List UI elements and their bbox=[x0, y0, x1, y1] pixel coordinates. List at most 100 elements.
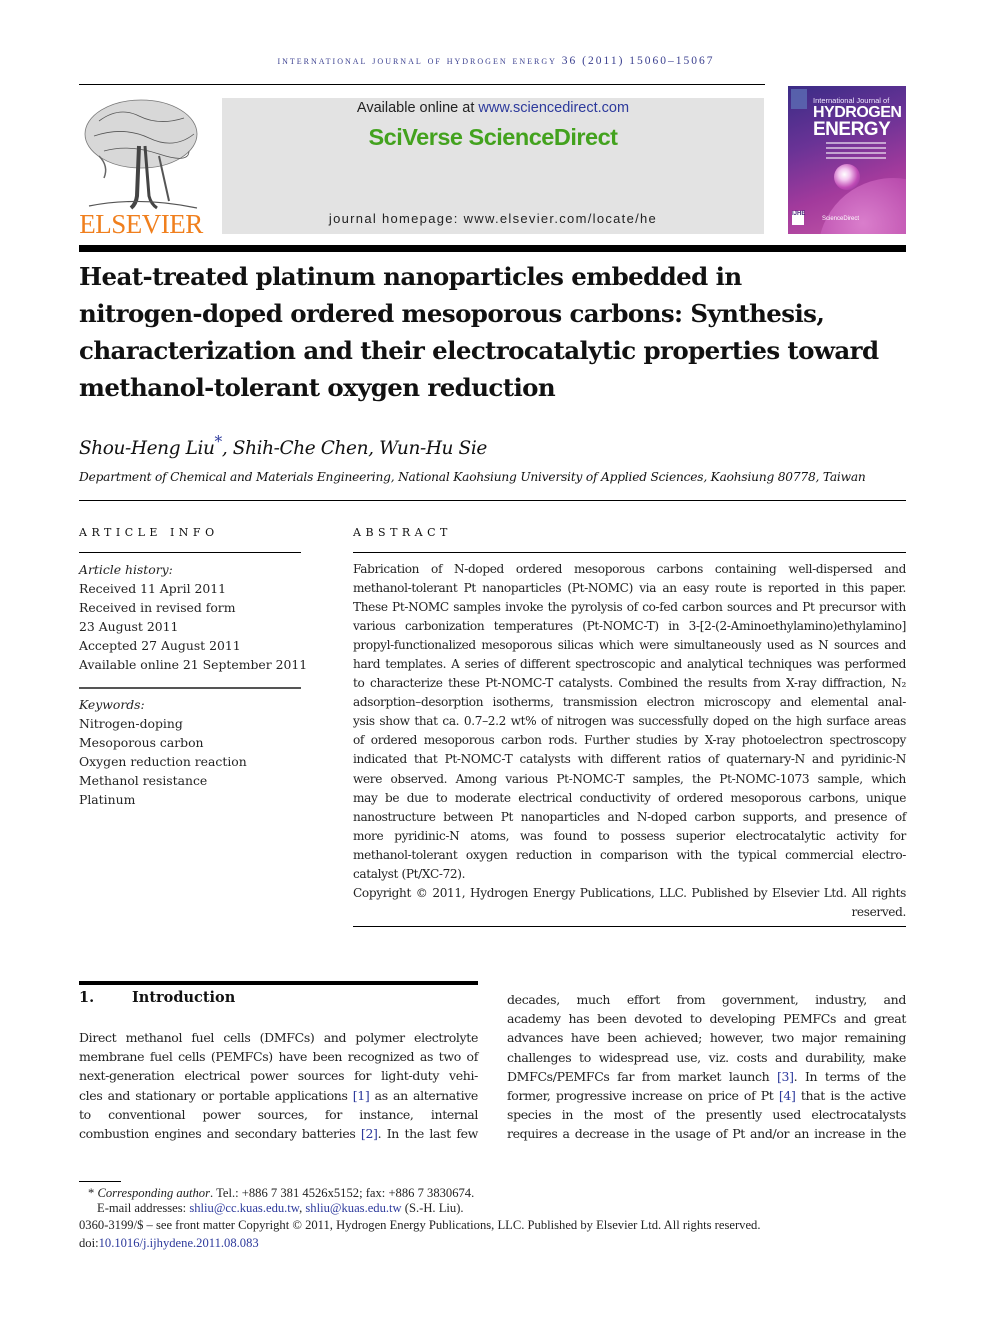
section-title: Introduction bbox=[132, 989, 236, 1006]
article-info-rule bbox=[79, 552, 301, 553]
section-rule bbox=[79, 981, 478, 985]
cover-orb-graphic bbox=[834, 164, 860, 190]
body-line: challenges to widespread use, viz. costs… bbox=[507, 1049, 906, 1065]
body-line: decades, much effort from government, in… bbox=[507, 992, 906, 1007]
abstract-line: ysis show that ca. 0.7–2.2 wt% of nitrog… bbox=[353, 714, 906, 729]
abstract-line: were observed. Among various Pt-NOMC-T s… bbox=[353, 771, 906, 786]
article-history: Article history: Received 11 April 2011 … bbox=[79, 560, 319, 674]
body-text: . In terms of the bbox=[793, 1068, 907, 1084]
doi-link[interactable]: 10.1016/j.ijhydene.2011.08.083 bbox=[99, 1236, 259, 1250]
contact-numbers: . Tel.: +886 7 381 4526x5152; fax: +886 … bbox=[210, 1186, 475, 1200]
history-item: Received 11 April 2011 bbox=[79, 581, 227, 596]
corresponding-author-footnote: * Corresponding author. Tel.: +886 7 381… bbox=[88, 1186, 474, 1201]
email-link[interactable]: shliu@cc.kuas.edu.tw bbox=[189, 1201, 299, 1215]
header-rule bbox=[79, 84, 765, 85]
cover-arc-graphic bbox=[818, 178, 906, 234]
article-title: Heat-treated platinum nanoparticles embe… bbox=[79, 258, 919, 406]
doi-prefix: doi: bbox=[79, 1236, 99, 1250]
citation-link[interactable]: [4] bbox=[779, 1088, 796, 1103]
body-line: to conventional power sources, for insta… bbox=[79, 1106, 478, 1122]
elsevier-wordmark: ELSEVIER bbox=[79, 209, 203, 239]
abstract-line: to characterize these Pt-NOMC-T catalyst… bbox=[353, 676, 906, 691]
body-line: requires a decrease in the usage of Pt a… bbox=[507, 1126, 906, 1142]
email-owner: (S.-H. Liu). bbox=[401, 1201, 464, 1215]
author-others: , Shih-Che Chen, Wun-Hu Sie bbox=[221, 438, 487, 460]
corresponding-author-marker[interactable]: * bbox=[215, 433, 223, 451]
title-line: Heat-treated platinum nanoparticles embe… bbox=[79, 262, 742, 291]
body-line: species in the most of the presently use… bbox=[507, 1107, 906, 1123]
section-number: 1. bbox=[79, 989, 95, 1006]
email-link[interactable]: shliu@kuas.edu.tw bbox=[305, 1201, 401, 1215]
body-line: membrane fuel cells (PEMFCs) have been r… bbox=[79, 1049, 478, 1065]
body-line: academy has been devoted to developing P… bbox=[507, 1011, 906, 1027]
keyword-item: Nitrogen-doping bbox=[79, 716, 183, 731]
available-online-prefix: Available online at bbox=[356, 100, 479, 116]
intro-right-column: decades, much effort from government, in… bbox=[507, 990, 906, 1144]
body-line: combustion engines and secondary batteri… bbox=[79, 1124, 478, 1143]
body-line: cles and stationary or portable applicat… bbox=[79, 1086, 478, 1105]
keywords-label: Keywords: bbox=[79, 697, 145, 712]
citation-link[interactable]: [3] bbox=[777, 1069, 794, 1084]
sciverse-sciencedirect-logo: SciVerse ScienceDirect bbox=[368, 124, 618, 150]
keyword-item: Methanol resistance bbox=[79, 773, 208, 788]
abstract-copyright: Copyright © 2011, Hydrogen Energy Public… bbox=[353, 885, 906, 900]
abstract-body: Fabrication of N-doped ordered mesoporou… bbox=[353, 560, 906, 922]
body-text: DMFCs/PEMFCs far from market launch bbox=[507, 1068, 777, 1084]
journal-cover-image: International Journal of HYDROGEN ENERGY… bbox=[788, 86, 906, 234]
keyword-item: Oxygen reduction reaction bbox=[79, 754, 247, 769]
email-label: E-mail addresses: bbox=[97, 1201, 190, 1215]
abstract-line: various carbonization temperatures (Pt-N… bbox=[353, 619, 906, 634]
abstract-line: adsorption–desorption isotherms, transmi… bbox=[353, 695, 906, 710]
cover-badge: IJHE bbox=[792, 211, 805, 225]
sciencedirect-link[interactable]: www.sciencedirect.com bbox=[478, 100, 629, 116]
body-text: cles and stationary or portable applicat… bbox=[79, 1087, 353, 1103]
author-corresponding[interactable]: Shou-Heng Liu bbox=[79, 438, 215, 459]
issn-copyright-line: 0360-3199/$ – see front matter Copyright… bbox=[79, 1218, 761, 1232]
abstract-line: nanostructure between Pt nanoparticles a… bbox=[353, 809, 906, 824]
body-line: Direct methanol fuel cells (DMFCs) and p… bbox=[79, 1030, 478, 1045]
abstract-rule-top bbox=[353, 552, 906, 553]
author-list: Shou-Heng Liu*, Shih-Che Chen, Wun-Hu Si… bbox=[79, 433, 487, 459]
history-item: Accepted 27 August 2011 bbox=[79, 638, 241, 653]
history-item: Available online 21 September 2011 bbox=[79, 657, 308, 672]
abstract-copyright-cont: reserved. bbox=[851, 904, 906, 919]
keywords: Keywords: Nitrogen-doping Mesoporous car… bbox=[79, 695, 319, 809]
article-history-label: Article history: bbox=[79, 562, 173, 577]
body-text: combustion engines and secondary batteri… bbox=[79, 1126, 361, 1142]
abstract-line: Fabrication of N-doped ordered mesoporou… bbox=[353, 562, 906, 576]
body-line: advances have been achieved; however, tw… bbox=[507, 1030, 906, 1046]
footnote-marker: * bbox=[88, 1186, 95, 1200]
title-line: methanol-tolerant oxygen reduction bbox=[79, 373, 556, 402]
body-line: next-generation electrical power sources… bbox=[79, 1068, 478, 1084]
abstract-rule-bottom bbox=[353, 926, 906, 927]
publisher-mark-icon bbox=[791, 89, 807, 109]
abstract-line: more pyridinic-N atoms, was found to pos… bbox=[353, 828, 906, 843]
citation-link[interactable]: [2] bbox=[361, 1126, 378, 1141]
article-info-heading: ARTICLE INFO bbox=[79, 526, 219, 539]
cover-line3: ENERGY bbox=[813, 119, 891, 140]
abstract-line: catalyst (Pt/XC-72). bbox=[353, 866, 466, 881]
doi-line: doi:10.1016/j.ijhydene.2011.08.083 bbox=[79, 1236, 259, 1251]
history-item: Received in revised form bbox=[79, 600, 236, 615]
citation-link[interactable]: [1] bbox=[353, 1088, 370, 1103]
email-footnote: E-mail addresses: shliu@cc.kuas.edu.tw, … bbox=[97, 1201, 464, 1216]
keywords-rule bbox=[79, 687, 301, 689]
body-line: former, progressive increase on price of… bbox=[507, 1086, 906, 1105]
abstract-line: hard templates. A series of different sp… bbox=[353, 657, 906, 672]
keyword-item: Platinum bbox=[79, 792, 136, 807]
keyword-item: Mesoporous carbon bbox=[79, 735, 204, 750]
masthead-rule bbox=[79, 245, 906, 252]
abstract-line: propyl-functionalized mesoporous silicas… bbox=[353, 638, 906, 653]
history-item: 23 August 2011 bbox=[79, 619, 179, 634]
affiliation: Department of Chemical and Materials Eng… bbox=[79, 470, 866, 484]
abstract-line: of ordered mesoporous carbon rods. Furth… bbox=[353, 733, 906, 748]
body-text: former, progressive increase on price of… bbox=[507, 1088, 779, 1104]
abstract-line: indicated that Pt-NOMC-T catalysts with … bbox=[353, 752, 906, 767]
body-text: as an alternative bbox=[369, 1087, 479, 1103]
corresponding-author-label: Corresponding author bbox=[97, 1186, 210, 1200]
body-line: DMFCs/PEMFCs far from market launch [3].… bbox=[507, 1067, 906, 1086]
intro-left-column: Direct methanol fuel cells (DMFCs) and p… bbox=[79, 1028, 478, 1143]
available-online-text: Available online at www.sciencedirect.co… bbox=[222, 100, 764, 116]
journal-homepage-link[interactable]: journal homepage: www.elsevier.com/locat… bbox=[222, 211, 764, 226]
abstract-line: may be due to moderate electrical conduc… bbox=[353, 790, 906, 805]
